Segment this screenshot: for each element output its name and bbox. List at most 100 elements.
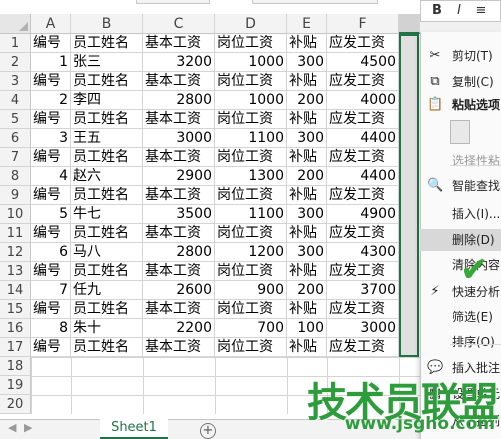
row-header-14[interactable]: 14 — [0, 281, 31, 300]
context-menu-item[interactable]: 筛选(E) — [420, 306, 501, 328]
table-cell[interactable]: 7 — [31, 281, 71, 300]
table-cell[interactable]: 岗位工资 — [215, 110, 287, 129]
table-cell[interactable]: 编号 — [31, 224, 71, 243]
table-cell[interactable]: 5 — [31, 205, 71, 224]
table-cell[interactable]: 补贴 — [287, 72, 327, 91]
column-header-f[interactable]: F — [327, 14, 399, 34]
row-header-19[interactable]: 19 — [0, 376, 31, 395]
row-header-15[interactable]: 15 — [0, 300, 31, 319]
table-cell[interactable]: 编号 — [31, 186, 71, 205]
table-cell[interactable]: 基本工资 — [143, 186, 215, 205]
context-menu-item[interactable]: ✂ 剪切(T) — [420, 45, 501, 67]
table-cell[interactable]: 员工姓名 — [71, 224, 143, 243]
row-header-18[interactable]: 18 — [0, 357, 31, 376]
row-header-6[interactable]: 6 — [0, 129, 31, 148]
table-cell[interactable]: 基本工资 — [143, 224, 215, 243]
table-cell[interactable]: 3 — [31, 129, 71, 148]
table-cell[interactable]: 任九 — [71, 281, 143, 300]
table-cell[interactable]: 3000 — [143, 129, 215, 148]
scroll-left-icon[interactable]: ◀ — [8, 421, 16, 434]
paste-icon[interactable] — [450, 120, 470, 144]
table-cell[interactable]: 员工姓名 — [71, 262, 143, 281]
table-cell[interactable]: 应发工资 — [327, 34, 399, 53]
row-header-1[interactable]: 1 — [0, 34, 31, 53]
table-cell[interactable]: 岗位工资 — [215, 34, 287, 53]
table-cell[interactable]: 200 — [287, 167, 327, 186]
row-header-7[interactable]: 7 — [0, 148, 31, 167]
context-menu-item[interactable]: 🔍 智能查找 — [420, 175, 501, 197]
table-cell[interactable]: 3500 — [143, 205, 215, 224]
table-cell[interactable]: 3000 — [327, 319, 399, 338]
table-cell[interactable]: 200 — [287, 91, 327, 110]
table-cell[interactable]: 编号 — [31, 338, 71, 357]
table-cell[interactable]: 员工姓名 — [71, 148, 143, 167]
table-cell[interactable]: 300 — [287, 243, 327, 262]
context-menu-item[interactable]: 选择性粘 — [420, 150, 501, 172]
row-header-12[interactable]: 12 — [0, 243, 31, 262]
column-header-a[interactable]: A — [31, 14, 71, 34]
table-cell[interactable]: 4400 — [327, 129, 399, 148]
table-cell[interactable]: 2800 — [143, 243, 215, 262]
context-menu-item[interactable]: 排序(O) — [420, 331, 501, 353]
table-cell[interactable]: 基本工资 — [143, 72, 215, 91]
table-cell[interactable]: 编号 — [31, 110, 71, 129]
table-cell[interactable]: 王五 — [71, 129, 143, 148]
table-cell[interactable]: 2600 — [143, 281, 215, 300]
table-cell[interactable]: 补贴 — [287, 300, 327, 319]
table-cell[interactable]: 1000 — [215, 53, 287, 72]
table-cell[interactable]: 编号 — [31, 148, 71, 167]
row-header-17[interactable]: 17 — [0, 338, 31, 357]
table-cell[interactable]: 补贴 — [287, 262, 327, 281]
table-cell[interactable]: 应发工资 — [327, 110, 399, 129]
table-cell[interactable]: 应发工资 — [327, 224, 399, 243]
table-cell[interactable]: 2200 — [143, 319, 215, 338]
table-cell[interactable]: 300 — [287, 205, 327, 224]
table-cell[interactable]: 1000 — [215, 91, 287, 110]
table-cell[interactable]: 基本工资 — [143, 262, 215, 281]
table-cell[interactable]: 补贴 — [287, 110, 327, 129]
select-all-button[interactable] — [0, 14, 31, 34]
column-header-c[interactable]: C — [143, 14, 215, 34]
table-cell[interactable]: 员工姓名 — [71, 186, 143, 205]
table-cell[interactable]: 补贴 — [287, 34, 327, 53]
table-cell[interactable]: 6 — [31, 243, 71, 262]
table-cell[interactable]: 赵六 — [71, 167, 143, 186]
table-cell[interactable]: 基本工资 — [143, 110, 215, 129]
align-button[interactable]: ≡ — [473, 3, 489, 19]
table-cell[interactable]: 2900 — [143, 167, 215, 186]
table-cell[interactable]: 基本工资 — [143, 300, 215, 319]
table-cell[interactable]: 员工姓名 — [71, 34, 143, 53]
row-header-4[interactable]: 4 — [0, 91, 31, 110]
column-header-d[interactable]: D — [215, 14, 287, 34]
table-cell[interactable]: 基本工资 — [143, 34, 215, 53]
table-cell[interactable]: 员工姓名 — [71, 300, 143, 319]
table-cell[interactable]: 基本工资 — [143, 148, 215, 167]
table-cell[interactable]: 8 — [31, 319, 71, 338]
table-cell[interactable]: 朱十 — [71, 319, 143, 338]
row-header-5[interactable]: 5 — [0, 110, 31, 129]
table-cell[interactable]: 1100 — [215, 129, 287, 148]
table-cell[interactable]: 编号 — [31, 34, 71, 53]
table-cell[interactable]: 应发工资 — [327, 262, 399, 281]
table-cell[interactable]: 1 — [31, 53, 71, 72]
table-cell[interactable]: 编号 — [31, 262, 71, 281]
table-cell[interactable]: 100 — [287, 319, 327, 338]
table-cell[interactable]: 3200 — [143, 53, 215, 72]
table-cell[interactable]: 4 — [31, 167, 71, 186]
table-cell[interactable]: 4500 — [327, 53, 399, 72]
table-cell[interactable]: 补贴 — [287, 338, 327, 357]
table-cell[interactable]: 900 — [215, 281, 287, 300]
row-header-16[interactable]: 16 — [0, 319, 31, 338]
table-cell[interactable]: 应发工资 — [327, 72, 399, 91]
table-cell[interactable]: 李四 — [71, 91, 143, 110]
table-cell[interactable]: 应发工资 — [327, 300, 399, 319]
table-cell[interactable]: 补贴 — [287, 148, 327, 167]
sheet-tab-sheet1[interactable]: Sheet1 — [100, 418, 168, 439]
row-header-13[interactable]: 13 — [0, 262, 31, 281]
scroll-right-icon[interactable]: ▶ — [24, 421, 32, 434]
table-cell[interactable]: 4300 — [327, 243, 399, 262]
table-cell[interactable]: 马八 — [71, 243, 143, 262]
table-cell[interactable]: 员工姓名 — [71, 72, 143, 91]
table-cell[interactable]: 岗位工资 — [215, 148, 287, 167]
table-cell[interactable]: 岗位工资 — [215, 300, 287, 319]
